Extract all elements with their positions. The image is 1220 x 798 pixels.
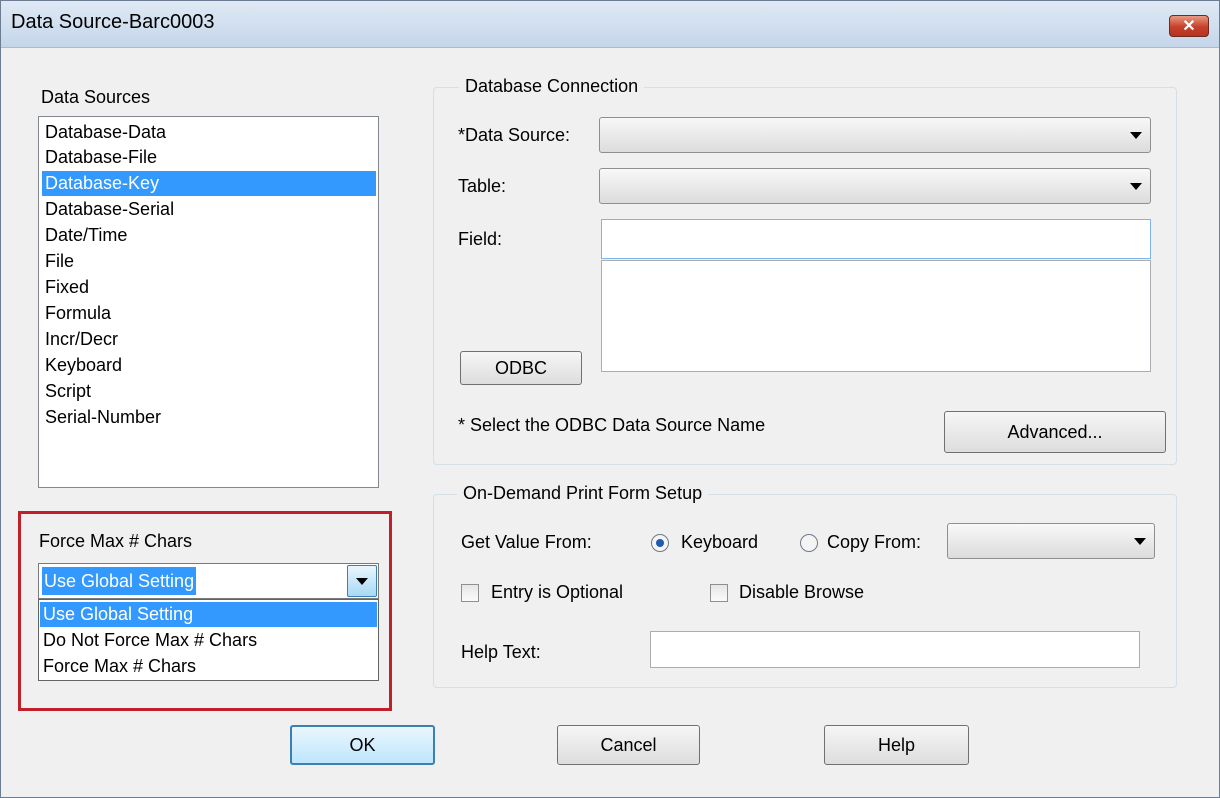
entry-optional-label[interactable]: Entry is Optional [491,582,623,603]
list-item[interactable]: Script [42,379,376,404]
copy-from-radio-label[interactable]: Copy From: [827,532,921,553]
keyboard-radio[interactable] [651,534,669,552]
table-label: Table: [458,176,507,196]
help-text-label: Help Text: [461,642,541,662]
help-button[interactable]: Help [824,725,969,765]
list-item[interactable]: Database-File [42,145,376,170]
cancel-button-label: Cancel [600,735,657,755]
on-demand-title: On-Demand Print Form Setup [457,483,709,504]
list-item[interactable]: Fixed [42,275,376,300]
help-button-label: Help [877,735,916,755]
odbc-hint: * Select the ODBC Data Source Name [458,415,766,435]
list-item[interactable]: Formula [42,301,376,326]
data-source-label: *Data Source: [458,125,571,145]
copy-from-dropdown[interactable] [947,523,1155,559]
ok-button[interactable]: OK [290,725,435,765]
list-item[interactable]: Database-Data [42,120,376,145]
field-input[interactable] [601,219,1151,259]
window-title: Data Source-Barc0003 [11,11,215,33]
entry-optional-checkbox[interactable] [461,584,479,602]
list-item[interactable]: Date/Time [42,223,376,248]
advanced-button[interactable]: Advanced... [944,411,1166,453]
title-bar[interactable]: Data Source-Barc0003 ✕ [1,1,1219,48]
close-button[interactable]: ✕ [1169,15,1209,37]
get-value-label: Get Value From: [461,532,592,552]
highlight-box [18,511,392,711]
database-connection-title: Database Connection [459,76,645,97]
list-item[interactable]: Serial-Number [42,405,376,430]
ok-button-label: OK [349,735,376,755]
list-item[interactable]: Keyboard [42,353,376,378]
chevron-down-icon [1130,183,1142,190]
list-item[interactable]: Database-Serial [42,197,376,222]
odbc-button[interactable]: ODBC [460,351,582,385]
table-dropdown[interactable] [599,168,1151,204]
odbc-button-label: ODBC [494,358,547,378]
copy-from-radio[interactable] [800,534,818,552]
disable-browse-label[interactable]: Disable Browse [739,582,864,603]
field-list[interactable] [601,260,1151,372]
data-sources-label: Data Sources [41,87,151,107]
data-source-dropdown[interactable] [599,117,1151,153]
dialog-window: Data Source-Barc0003 ✕ Data Sources Data… [0,0,1220,798]
help-text-input[interactable] [650,631,1140,668]
advanced-button-label: Advanced... [1007,422,1103,442]
list-item[interactable]: Incr/Decr [42,327,376,352]
keyboard-radio-label[interactable]: Keyboard [681,532,758,553]
chevron-down-icon [1130,132,1142,139]
list-item-selected[interactable]: Database-Key [42,171,376,196]
disable-browse-checkbox[interactable] [710,584,728,602]
radio-selected-dot [656,539,664,547]
data-sources-list[interactable]: Database-Data Database-File Database-Key… [38,116,379,488]
close-icon: ✕ [1182,18,1196,35]
list-item[interactable]: File [42,249,376,274]
chevron-down-icon [1134,538,1146,545]
field-label: Field: [458,229,503,249]
cancel-button[interactable]: Cancel [557,725,700,765]
